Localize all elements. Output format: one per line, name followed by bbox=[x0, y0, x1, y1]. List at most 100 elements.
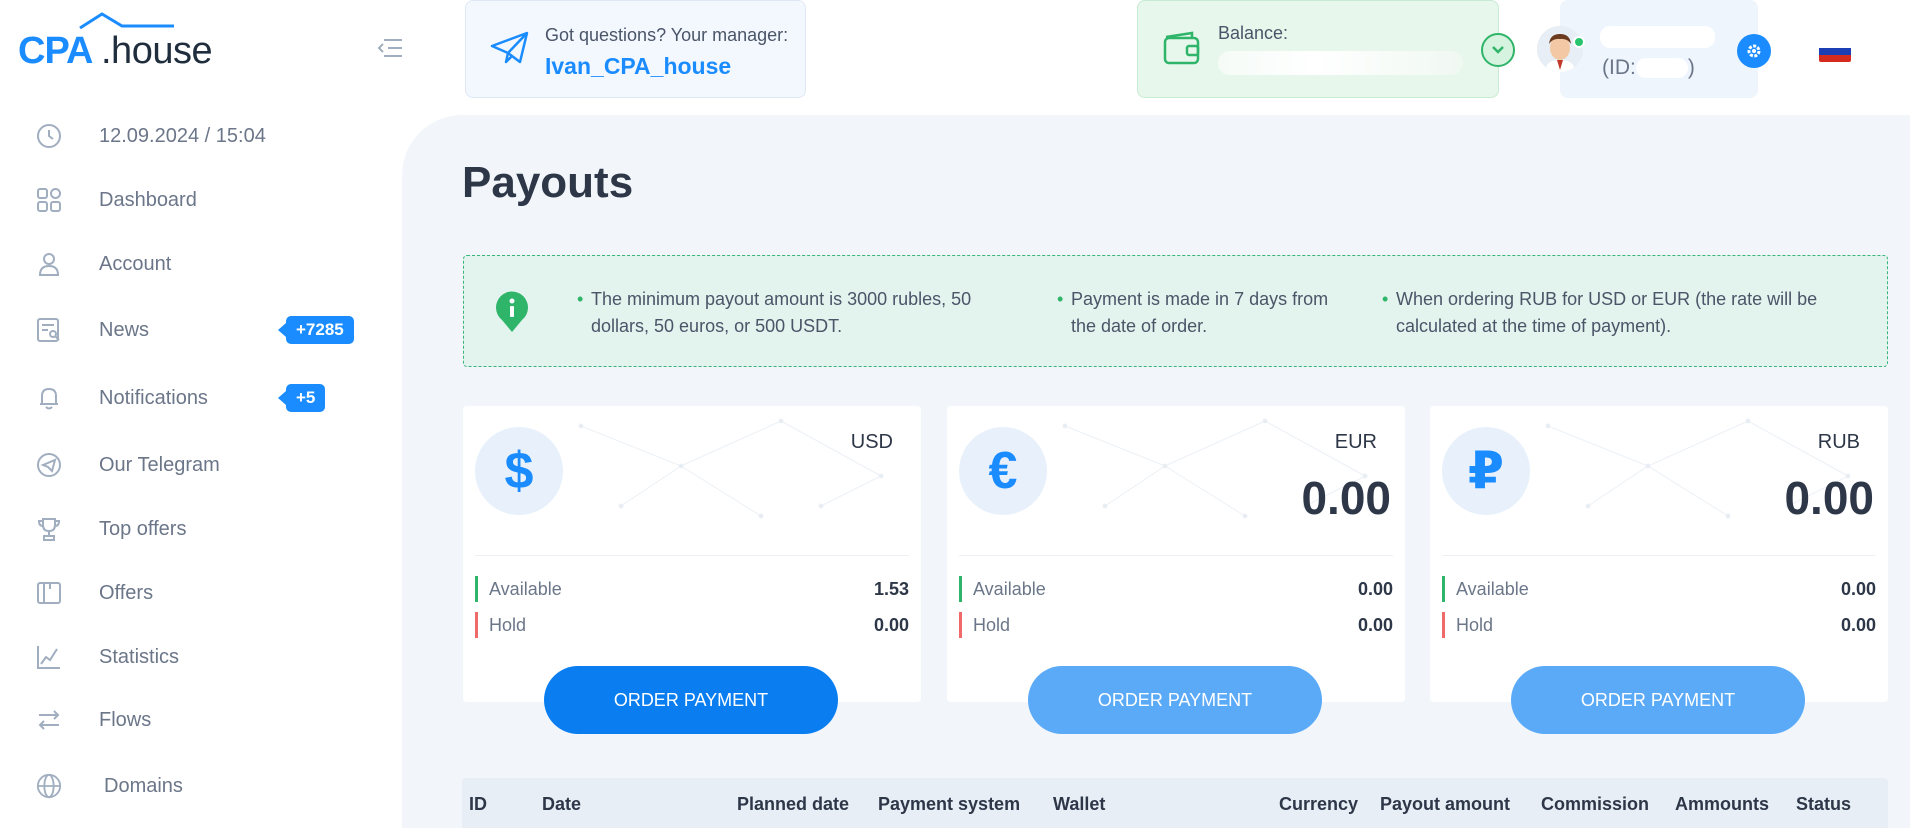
network-pattern bbox=[578, 418, 884, 519]
user-icon bbox=[36, 251, 62, 277]
info-bullet: The minimum payout amount is 3000 rubles… bbox=[577, 286, 991, 340]
eur-balance-card: € EUR 0.00 Available 0.00 Hold 0.00 bbox=[947, 406, 1405, 702]
news-icon bbox=[36, 317, 62, 343]
currency-amount: 0.00 bbox=[1784, 472, 1874, 524]
balance-dropdown-button[interactable] bbox=[1481, 33, 1515, 67]
available-row: Available 1.53 bbox=[475, 576, 909, 602]
gear-icon bbox=[1747, 44, 1761, 58]
hold-value: 0.00 bbox=[1357, 615, 1393, 635]
sidebar-item-label: Our Telegram bbox=[99, 453, 220, 476]
sidebar-item-notifications[interactable]: Notifications +5 bbox=[0, 376, 400, 420]
language-flag-ru-icon[interactable] bbox=[1819, 41, 1851, 62]
wallet-icon bbox=[1162, 31, 1202, 70]
sidebar-item-label: Top offers bbox=[99, 517, 187, 540]
sidebar-item-label: News bbox=[99, 318, 150, 341]
notifications-count-badge: +5 bbox=[277, 384, 326, 412]
hold-value: 0.00 bbox=[1840, 615, 1876, 635]
sidebar-item-label: Notifications bbox=[99, 386, 208, 409]
order-payment-usd-button[interactable]: ORDER PAYMENT bbox=[544, 666, 838, 734]
trophy-icon bbox=[36, 516, 62, 542]
telegram-icon bbox=[490, 31, 530, 70]
user-id: (ID:) bbox=[1602, 56, 1695, 80]
roof-icon bbox=[79, 12, 174, 30]
sidebar-item-label: Flows bbox=[99, 708, 152, 731]
globe-icon bbox=[36, 773, 62, 799]
sidebar-item-telegram[interactable]: Our Telegram bbox=[0, 443, 400, 487]
sidebar-item-news[interactable]: News +7285 bbox=[0, 308, 400, 352]
sidebar-item-label: Dashboard bbox=[99, 188, 197, 211]
hold-label: Hold bbox=[489, 615, 527, 635]
datetime-label: 12.09.2024 / 15:04 bbox=[99, 124, 266, 147]
order-payment-eur-button[interactable]: ORDER PAYMENT bbox=[1028, 666, 1322, 734]
user-id-prefix: (ID: bbox=[1602, 56, 1636, 79]
hold-label: Hold bbox=[1456, 615, 1494, 635]
balance-box: Balance: bbox=[1137, 0, 1515, 98]
dashboard-icon bbox=[36, 187, 62, 213]
available-label: Available bbox=[1456, 579, 1529, 599]
currency-code: RUB bbox=[1817, 431, 1860, 453]
menu-collapse-icon bbox=[377, 39, 402, 57]
divider bbox=[475, 555, 909, 556]
logo-house: .house bbox=[101, 30, 213, 72]
divider bbox=[1442, 555, 1876, 556]
manager-contact-box[interactable]: Got questions? Your manager: Ivan_CPA_ho… bbox=[465, 0, 806, 98]
column-header[interactable]: Planned date bbox=[737, 794, 849, 815]
available-row: Available 0.00 bbox=[959, 576, 1393, 602]
column-header[interactable]: Commission bbox=[1541, 794, 1649, 815]
sidebar-item-statistics[interactable]: Statistics bbox=[0, 635, 400, 679]
manager-question: Got questions? Your manager: bbox=[545, 25, 789, 45]
online-status-dot bbox=[1573, 36, 1585, 48]
payout-info-box: The minimum payout amount is 3000 rubles… bbox=[463, 255, 1888, 367]
offers-icon bbox=[36, 580, 62, 606]
column-header[interactable]: Status bbox=[1796, 794, 1851, 815]
sidebar-item-flows[interactable]: Flows bbox=[0, 698, 400, 742]
currency-code: USD bbox=[850, 431, 893, 453]
user-id-suffix: ) bbox=[1687, 56, 1695, 79]
sidebar-item-top-offers[interactable]: Top offers bbox=[0, 507, 400, 551]
currency-code: EUR bbox=[1334, 431, 1377, 453]
column-header[interactable]: ID bbox=[469, 794, 487, 815]
sidebar-item-label: Domains bbox=[104, 774, 183, 797]
currency-amount: 0.00 bbox=[1301, 472, 1391, 524]
sidebar-item-account[interactable]: Account bbox=[0, 242, 400, 286]
flows-icon bbox=[36, 707, 62, 733]
sidebar-datetime: 12.09.2024 / 15:04 bbox=[0, 114, 400, 158]
sidebar-item-dashboard[interactable]: Dashboard bbox=[0, 178, 400, 222]
column-header[interactable]: Date bbox=[542, 794, 581, 815]
bell-icon bbox=[36, 385, 62, 411]
dollar-icon: $ bbox=[475, 427, 563, 515]
avatar[interactable] bbox=[1537, 26, 1583, 72]
euro-icon: € bbox=[959, 427, 1047, 515]
logo[interactable]: CPA .house bbox=[18, 12, 213, 72]
manager-name-link[interactable]: Ivan_CPA_house bbox=[545, 53, 731, 80]
column-header[interactable]: Payout amount bbox=[1380, 794, 1510, 815]
info-bullet: When ordering RUB for USD or EUR (the ra… bbox=[1382, 286, 1826, 340]
column-header[interactable]: Payment system bbox=[878, 794, 1020, 815]
column-header[interactable]: Ammounts bbox=[1675, 794, 1769, 815]
clock-icon bbox=[36, 123, 62, 149]
settings-button[interactable] bbox=[1737, 34, 1771, 68]
user-profile-box[interactable] bbox=[1560, 0, 1758, 98]
chart-icon bbox=[36, 644, 62, 670]
available-value: 0.00 bbox=[1840, 579, 1876, 599]
hold-value: 0.00 bbox=[873, 615, 909, 635]
column-header[interactable]: Currency bbox=[1279, 794, 1358, 815]
ruble-icon: ₽ bbox=[1442, 427, 1530, 515]
sidebar-item-offers[interactable]: Offers bbox=[0, 571, 400, 615]
telegram-icon bbox=[36, 452, 62, 478]
page-title: Payouts bbox=[462, 158, 634, 207]
news-count-badge: +7285 bbox=[278, 316, 354, 344]
available-label: Available bbox=[973, 579, 1046, 599]
column-header[interactable]: Wallet bbox=[1053, 794, 1105, 815]
collapse-sidebar-button[interactable] bbox=[376, 36, 404, 60]
chevron-down-icon bbox=[1492, 46, 1504, 54]
sidebar-item-domains[interactable]: Domains bbox=[0, 764, 400, 808]
hold-row: Hold 0.00 bbox=[959, 612, 1393, 638]
sidebar-item-label: Statistics bbox=[99, 645, 180, 668]
order-payment-rub-button[interactable]: ORDER PAYMENT bbox=[1511, 666, 1805, 734]
rub-balance-card: ₽ RUB 0.00 Available 0.00 Hold 0.00 bbox=[1430, 406, 1888, 702]
divider bbox=[959, 555, 1393, 556]
hold-row: Hold 0.00 bbox=[1442, 612, 1876, 638]
hold-label: Hold bbox=[973, 615, 1011, 635]
info-icon bbox=[494, 290, 530, 337]
